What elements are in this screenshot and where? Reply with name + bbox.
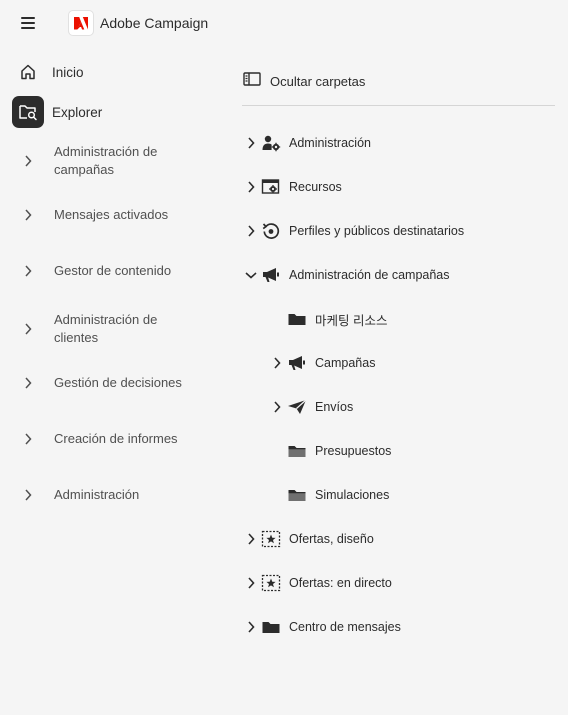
folder-search-icon <box>12 96 44 128</box>
tree-item-administration[interactable]: Administración <box>244 132 371 154</box>
tree-item-label: Perfiles y públicos destinatarios <box>289 224 465 238</box>
tree-item-marketing-resources[interactable]: 마케팅 리소스 <box>270 308 387 330</box>
chevron-right-icon <box>18 373 38 393</box>
user-gear-icon <box>261 134 281 152</box>
divider <box>242 105 555 106</box>
chevron-right-icon[interactable] <box>244 532 258 546</box>
chevron-right-icon[interactable] <box>244 576 258 590</box>
chevron-right-icon[interactable] <box>270 356 284 370</box>
sidebar-item-administration[interactable]: Administración <box>18 485 218 505</box>
tree-item-label: Simulaciones <box>315 488 390 502</box>
chevron-right-icon <box>18 485 38 505</box>
chevron-right-icon <box>18 319 38 339</box>
megaphone-icon <box>261 266 281 284</box>
sidebar-item-label: Administración de campañas <box>54 144 158 177</box>
tree-item-deliveries[interactable]: Envíos <box>270 396 353 418</box>
tree-item-label: Envíos <box>315 400 354 414</box>
sidebar-item-reporting[interactable]: Creación de informes <box>18 429 218 449</box>
sidebar-item-campaign-admin[interactable]: Administración de campañas <box>18 141 218 181</box>
sidebar-item-label: Inicio <box>52 64 84 80</box>
chevron-right-icon <box>18 429 38 449</box>
tree-item-label: Centro de mensajes <box>289 620 401 634</box>
paper-plane-icon <box>287 398 307 416</box>
chevron-right-icon <box>18 261 38 281</box>
tree-item-message-center[interactable]: Centro de mensajes <box>244 616 401 638</box>
app-title: Adobe Campaign <box>100 15 209 31</box>
tree-item-profiles-targets[interactable]: Perfiles y públicos destinatarios <box>244 220 464 242</box>
sidebar-item-customer-admin[interactable]: Administración de clientes <box>18 309 218 349</box>
hide-folders-label: Ocultar carpetas <box>270 73 366 89</box>
chevron-right-icon[interactable] <box>244 620 258 634</box>
chevron-right-icon[interactable] <box>244 224 258 238</box>
tree-item-label: Administración de campañas <box>289 268 450 282</box>
chevron-right-icon[interactable] <box>270 400 284 414</box>
tree-item-resources[interactable]: Recursos <box>244 176 342 198</box>
tree-item-label: Campañas <box>315 356 376 370</box>
tree-item-label: Ofertas: en directo <box>289 576 392 590</box>
refresh-target-icon <box>261 222 281 240</box>
chevron-down-icon[interactable] <box>244 268 258 282</box>
sidebar-item-explorer[interactable]: Explorer <box>12 96 212 128</box>
sidebar-item-label: Creación de informes <box>54 431 178 446</box>
sidebar-item-home[interactable]: Inicio <box>12 56 212 88</box>
chevron-right-icon <box>18 151 38 171</box>
tree-item-label: Recursos <box>289 180 342 194</box>
tree-item-campaigns[interactable]: Campañas <box>270 352 375 374</box>
tree-item-offers-design[interactable]: Ofertas, diseño <box>244 528 374 550</box>
sidebar-item-label: Gestión de decisiones <box>54 375 182 390</box>
sidebar-item-label: Administración <box>54 487 140 502</box>
tree-item-offers-live[interactable]: Ofertas: en directo <box>244 572 392 594</box>
sidebar-item-decision-management[interactable]: Gestión de decisiones <box>18 373 218 393</box>
hide-folders-button[interactable]: Ocultar carpetas <box>242 70 365 92</box>
chevron-right-icon[interactable] <box>244 136 258 150</box>
adobe-logo-icon <box>68 10 94 36</box>
home-icon <box>12 56 44 88</box>
megaphone-icon <box>287 354 307 372</box>
folder-icon <box>261 618 281 636</box>
sidebar-item-content-manager[interactable]: Gestor de contenido <box>18 261 218 281</box>
sidebar-item-label: Mensajes activados <box>54 207 169 222</box>
sidebar-item-label: Gestor de contenido <box>54 263 172 278</box>
star-box-icon <box>261 574 281 592</box>
sidebar-item-triggered-messages[interactable]: Mensajes activados <box>18 205 218 225</box>
hamburger-icon[interactable] <box>21 17 35 29</box>
tree-item-label: Presupuestos <box>315 444 392 458</box>
folder-icon <box>287 310 307 328</box>
tree-item-label: Administración <box>289 136 371 150</box>
app-header: Adobe Campaign <box>0 0 568 48</box>
sidebar-item-label: Explorer <box>52 104 103 120</box>
tree-item-label: 마케팅 리소스 <box>315 313 388 328</box>
tree-item-budgets[interactable]: Presupuestos <box>270 440 391 462</box>
star-box-icon <box>261 530 281 548</box>
window-gear-icon <box>261 178 281 196</box>
tree-item-simulations[interactable]: Simulaciones <box>270 484 389 506</box>
sidebar-item-label: Administración de clientes <box>54 312 158 345</box>
tree-item-label: Ofertas, diseño <box>289 532 374 546</box>
folder-grey-icon <box>287 486 307 504</box>
chevron-right-icon <box>18 205 38 225</box>
folder-grey-icon <box>287 442 307 460</box>
chevron-right-icon[interactable] <box>244 180 258 194</box>
panel-toggle-icon <box>242 71 262 92</box>
tree-item-campaign-management[interactable]: Administración de campañas <box>244 264 450 286</box>
